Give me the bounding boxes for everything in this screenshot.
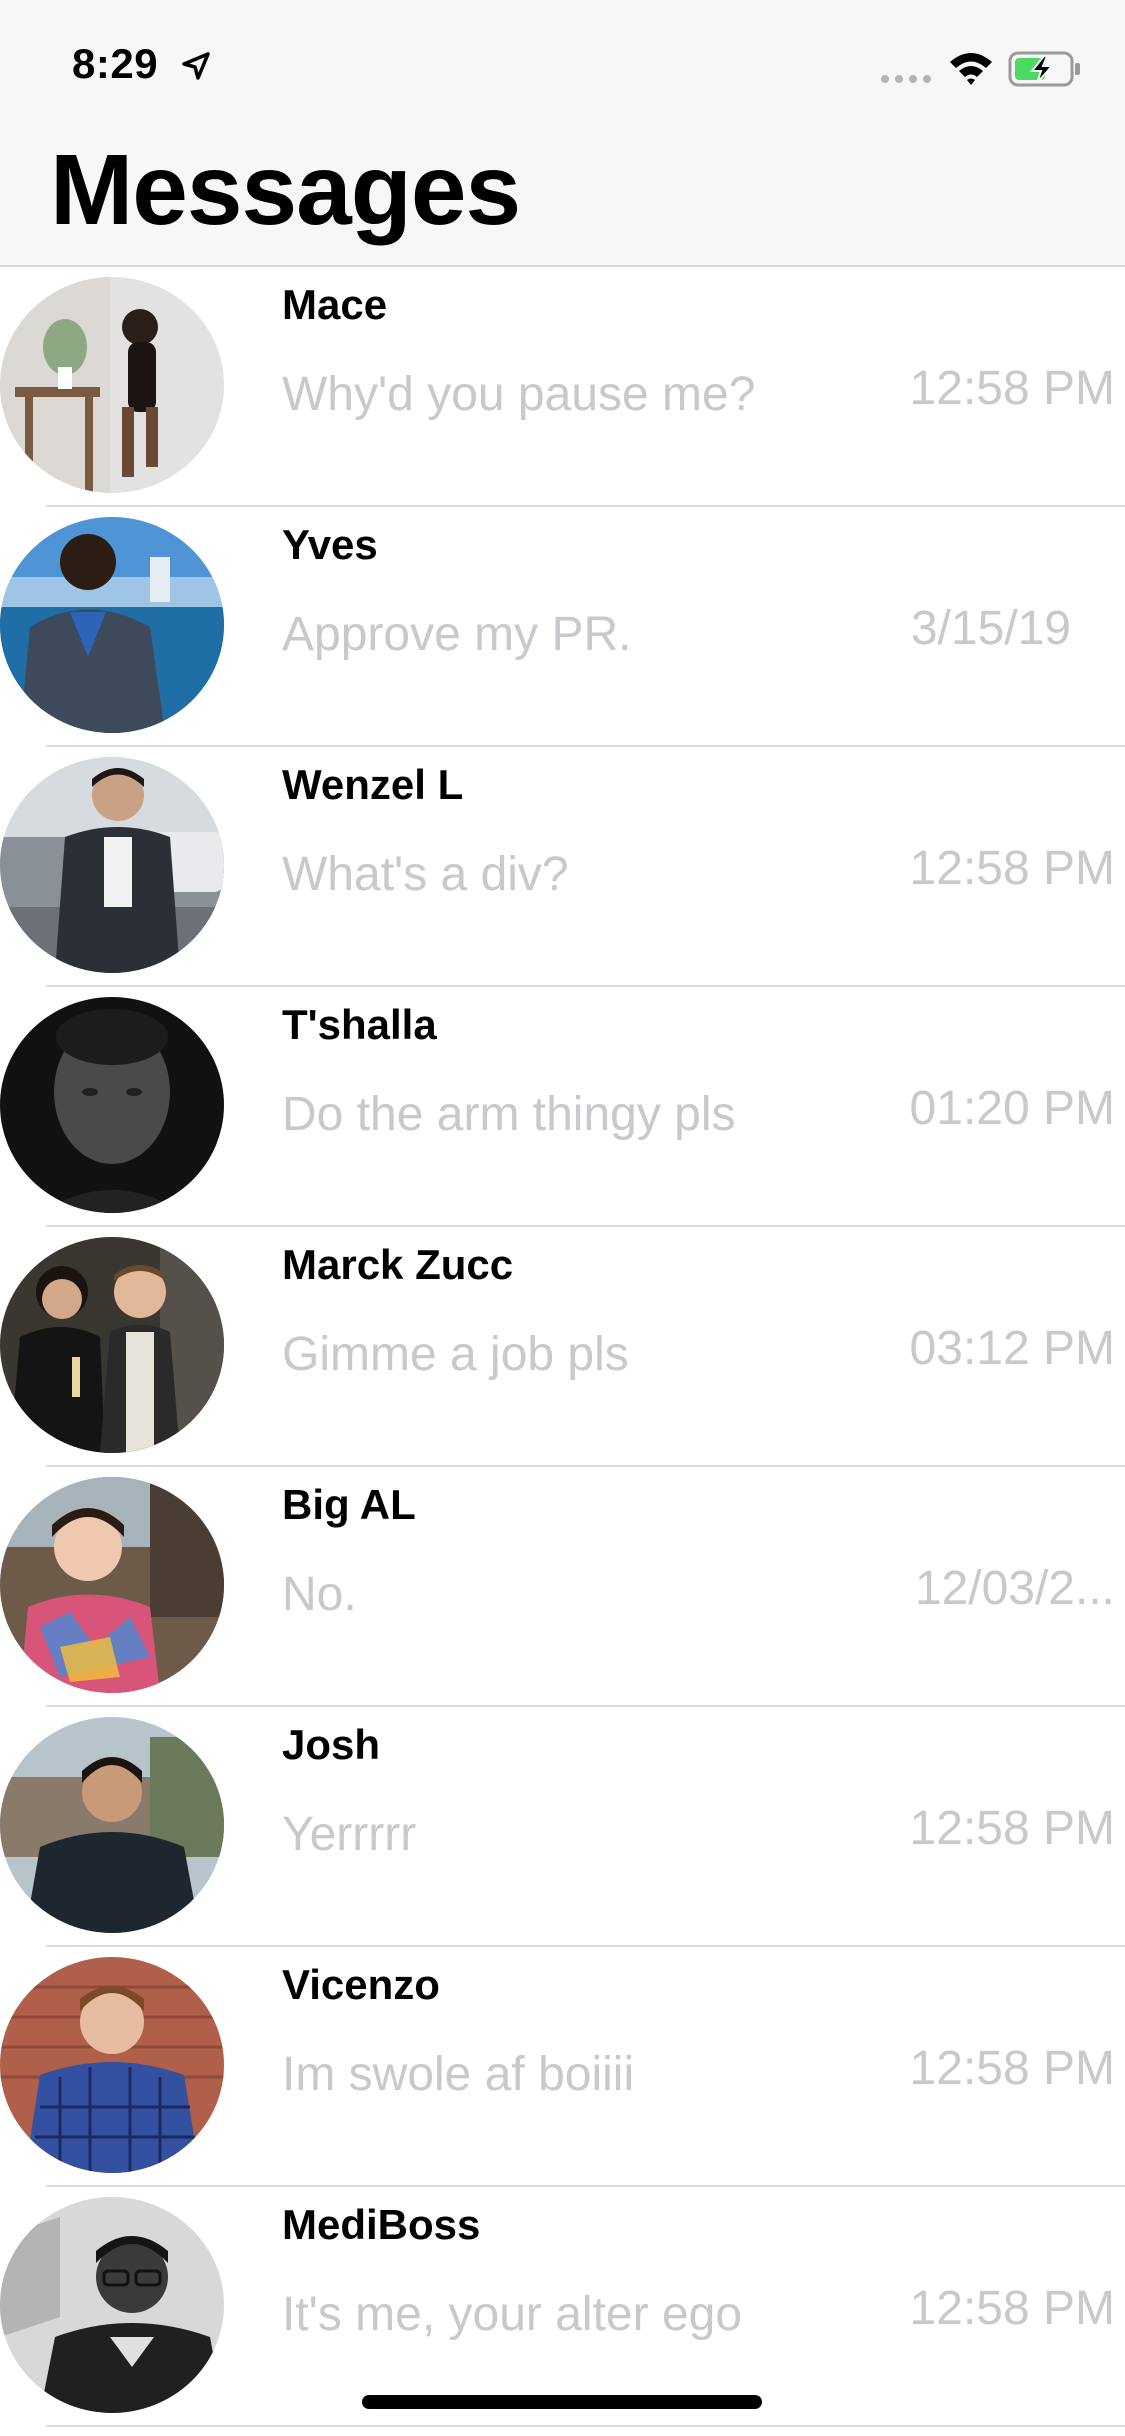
message-time: 12:58 PM [909, 2282, 1115, 2335]
avatar [0, 1237, 224, 1453]
avatar [0, 1957, 224, 2173]
contact-name: Josh [282, 1721, 381, 1768]
message-preview: Approve my PR. [282, 608, 632, 661]
conversation-row-big-al[interactable]: Big AL No. 12/03/2... [0, 1467, 1125, 1707]
avatar [0, 997, 224, 1213]
avatar [0, 757, 224, 973]
message-time: 03:12 PM [909, 1322, 1115, 1375]
conversation-row-wenzel-l[interactable]: Wenzel L What's a div? 12:58 PM [0, 747, 1125, 987]
location-arrow-icon [182, 52, 210, 80]
avatar [0, 517, 224, 733]
cellular-signal-icon [881, 75, 931, 83]
message-time: 12:58 PM [909, 2042, 1115, 2095]
status-time: 8:29 [72, 40, 159, 87]
message-time: 01:20 PM [909, 1082, 1115, 1135]
contact-name: Yves [282, 521, 378, 568]
contact-name: Vicenzo [282, 1961, 440, 2008]
conversation-row-yves[interactable]: Yves Approve my PR. 3/15/19 [0, 507, 1125, 747]
message-preview: Yerrrrr [282, 1808, 417, 1861]
message-preview: Do the arm thingy pls [282, 1088, 736, 1141]
status-bar: 8:29 [0, 0, 1125, 140]
message-preview: No. [282, 1568, 357, 1621]
conversation-row-tshalla[interactable]: T'shalla Do the arm thingy pls 01:20 PM [0, 987, 1125, 1227]
message-preview: What's a div? [282, 848, 569, 901]
contact-name: Marck Zucc [282, 1241, 514, 1288]
message-time: 12:58 PM [909, 362, 1115, 415]
contact-name: T'shalla [282, 1001, 437, 1048]
conversation-row-marck-zucc[interactable]: Marck Zucc Gimme a job pls 03:12 PM [0, 1227, 1125, 1467]
message-time: 12/03/2... [914, 1562, 1115, 1615]
contact-name: Wenzel L [282, 761, 464, 808]
message-preview: It's me, your alter ego [282, 2288, 743, 2341]
wifi-icon [950, 53, 992, 85]
avatar [0, 1717, 224, 1933]
row-divider [46, 2425, 1125, 2427]
page-title: Messages [50, 134, 521, 246]
avatar [0, 277, 224, 493]
message-preview: Im swole af boiiii [282, 2048, 635, 2101]
message-time: 12:58 PM [909, 1802, 1115, 1855]
avatar [0, 1477, 224, 1693]
navigation-header: 8:29 Messages [0, 0, 1125, 267]
conversation-row-josh[interactable]: Josh Yerrrrr 12:58 PM [0, 1707, 1125, 1947]
conversation-row-vicenzo[interactable]: Vicenzo Im swole af boiiii 12:58 PM [0, 1947, 1125, 2187]
contact-name: MediBoss [282, 2201, 481, 2248]
message-preview: Why'd you pause me? [282, 368, 756, 421]
contact-name: Big AL [282, 1481, 416, 1528]
contact-name: Mace [282, 281, 388, 328]
message-time: 3/15/19 [910, 602, 1071, 655]
avatar [0, 2197, 224, 2413]
message-time: 12:58 PM [909, 842, 1115, 895]
conversation-row-mace[interactable]: Mace Why'd you pause me? 12:58 PM [0, 267, 1125, 507]
conversation-list: Mace Why'd you pause me? 12:58 PM Yves A… [0, 267, 1125, 2427]
battery-charging-icon [1008, 51, 1080, 87]
conversation-row-mediboss[interactable]: MediBoss It's me, your alter ego 12:58 P… [0, 2187, 1125, 2427]
home-indicator[interactable] [362, 2395, 762, 2409]
message-preview: Gimme a job pls [282, 1328, 629, 1381]
